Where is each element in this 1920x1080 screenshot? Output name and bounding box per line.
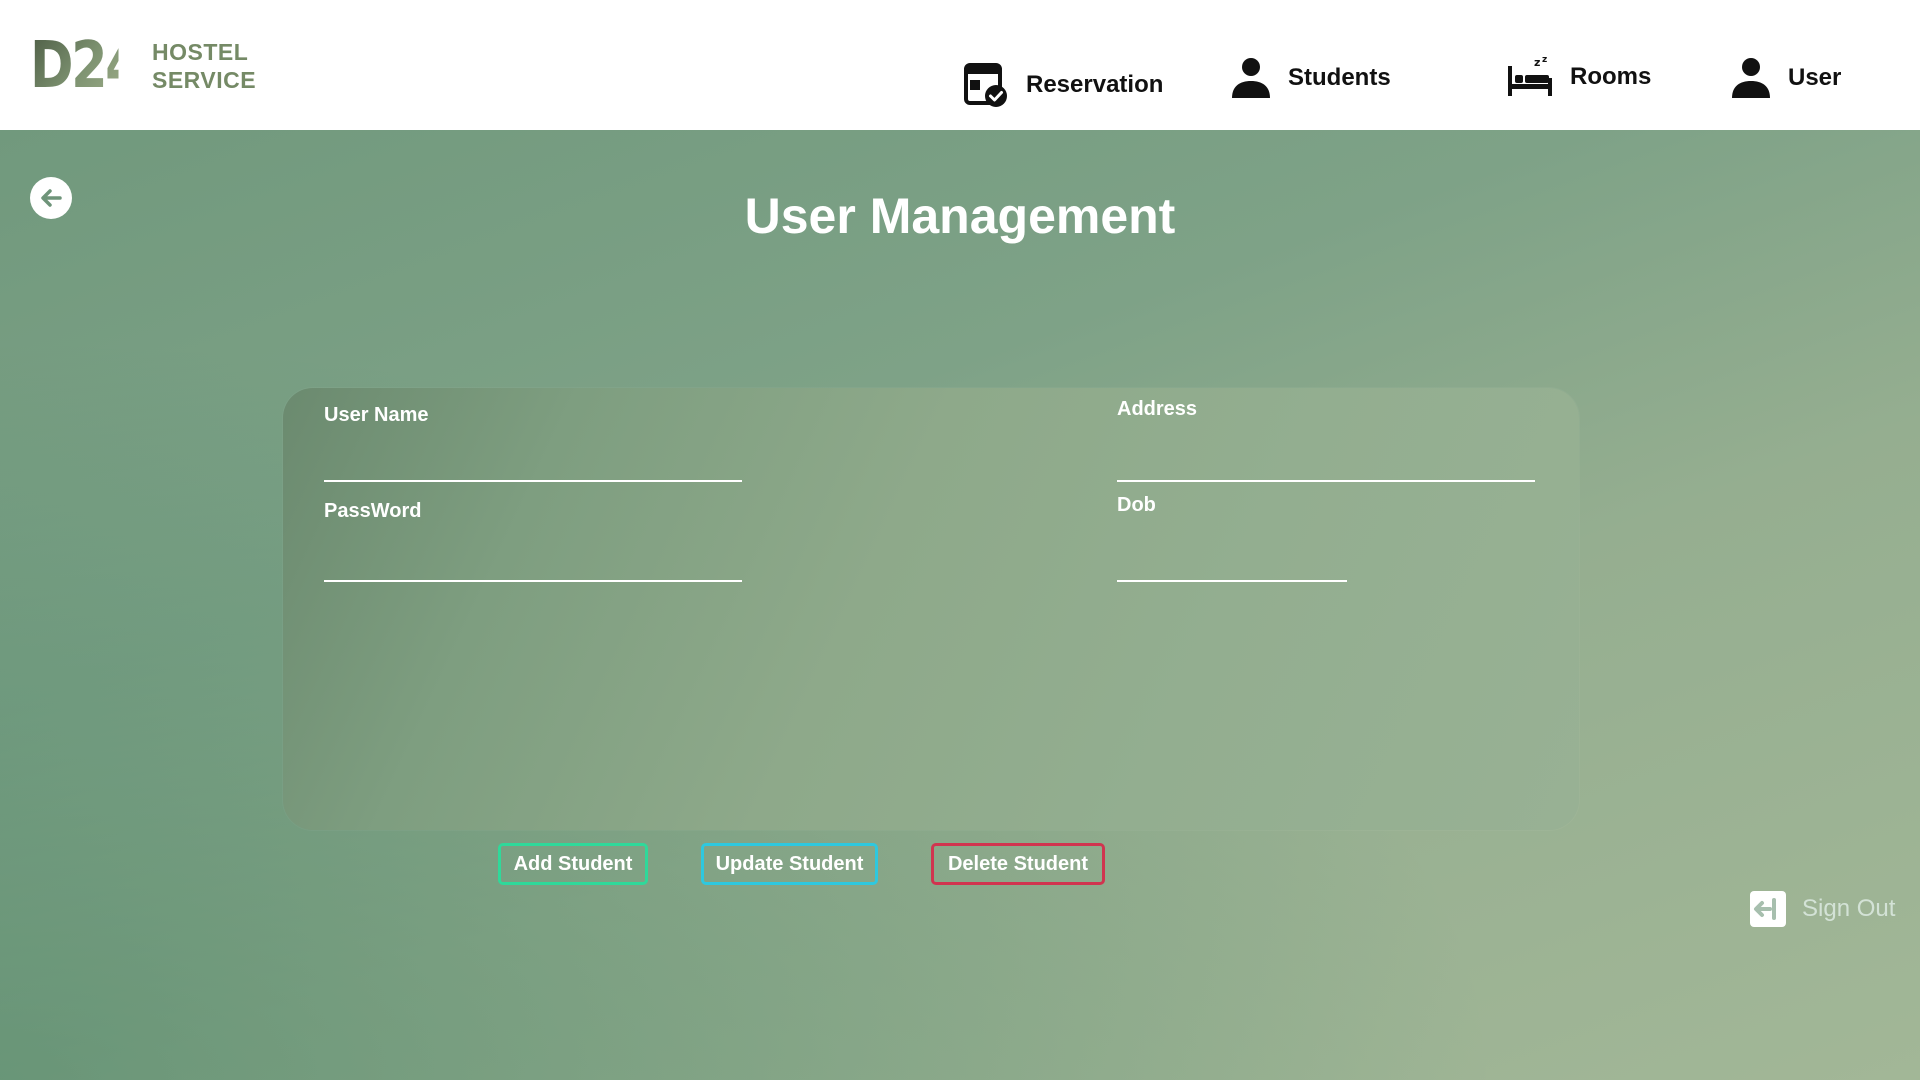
dob-label: Dob: [1117, 494, 1156, 516]
nav-item-students[interactable]: Students: [1230, 56, 1391, 100]
password-input[interactable]: [324, 536, 742, 582]
nav-item-label: Students: [1288, 64, 1391, 91]
dob-field-group: Dob: [1117, 492, 1347, 584]
nav-item-label: User: [1788, 64, 1842, 91]
person-icon: [1730, 56, 1772, 100]
password-label: PassWord: [324, 500, 422, 522]
logo-mark: D24: [30, 29, 142, 103]
delete-student-button[interactable]: Delete Student: [931, 843, 1105, 885]
add-student-button[interactable]: Add Student: [498, 843, 648, 885]
nav-item-label: Rooms: [1570, 63, 1652, 90]
address-input[interactable]: [1117, 436, 1535, 482]
brand-logo[interactable]: D24 HOSTEL SERVICE: [30, 34, 256, 98]
dob-input[interactable]: [1117, 536, 1347, 582]
top-navigation-bar: D24 HOSTEL SERVICE Reservation Students: [0, 0, 1920, 130]
bed-icon: z z: [1506, 56, 1554, 98]
sign-out-button[interactable]: Sign Out: [1748, 889, 1895, 929]
address-field-group: Address: [1117, 396, 1535, 484]
logo-text: HOSTEL SERVICE: [152, 38, 256, 94]
person-icon: [1230, 56, 1272, 100]
username-field-group: User Name: [324, 400, 742, 484]
sign-out-label: Sign Out: [1802, 895, 1896, 922]
sign-out-icon: [1748, 889, 1788, 929]
update-student-button[interactable]: Update Student: [701, 843, 878, 885]
nav-item-rooms[interactable]: z z Rooms: [1506, 56, 1651, 98]
svg-text:z: z: [1534, 56, 1540, 69]
username-input[interactable]: [324, 440, 742, 482]
address-label: Address: [1117, 398, 1198, 420]
main-content: User Management: [0, 130, 1920, 1080]
logo-text-line1: HOSTEL: [152, 39, 249, 65]
username-label: User Name: [324, 404, 429, 426]
svg-text:z: z: [1542, 56, 1547, 65]
nav-item-label: Reservation: [1026, 71, 1164, 98]
nav-item-user[interactable]: User: [1730, 56, 1841, 100]
reservation-calendar-icon: [964, 62, 1010, 108]
logo-text-line2: SERVICE: [152, 67, 257, 93]
nav-item-reservation[interactable]: Reservation: [964, 62, 1163, 108]
page-title: User Management: [744, 188, 1176, 244]
password-field-group: PassWord: [324, 496, 742, 584]
